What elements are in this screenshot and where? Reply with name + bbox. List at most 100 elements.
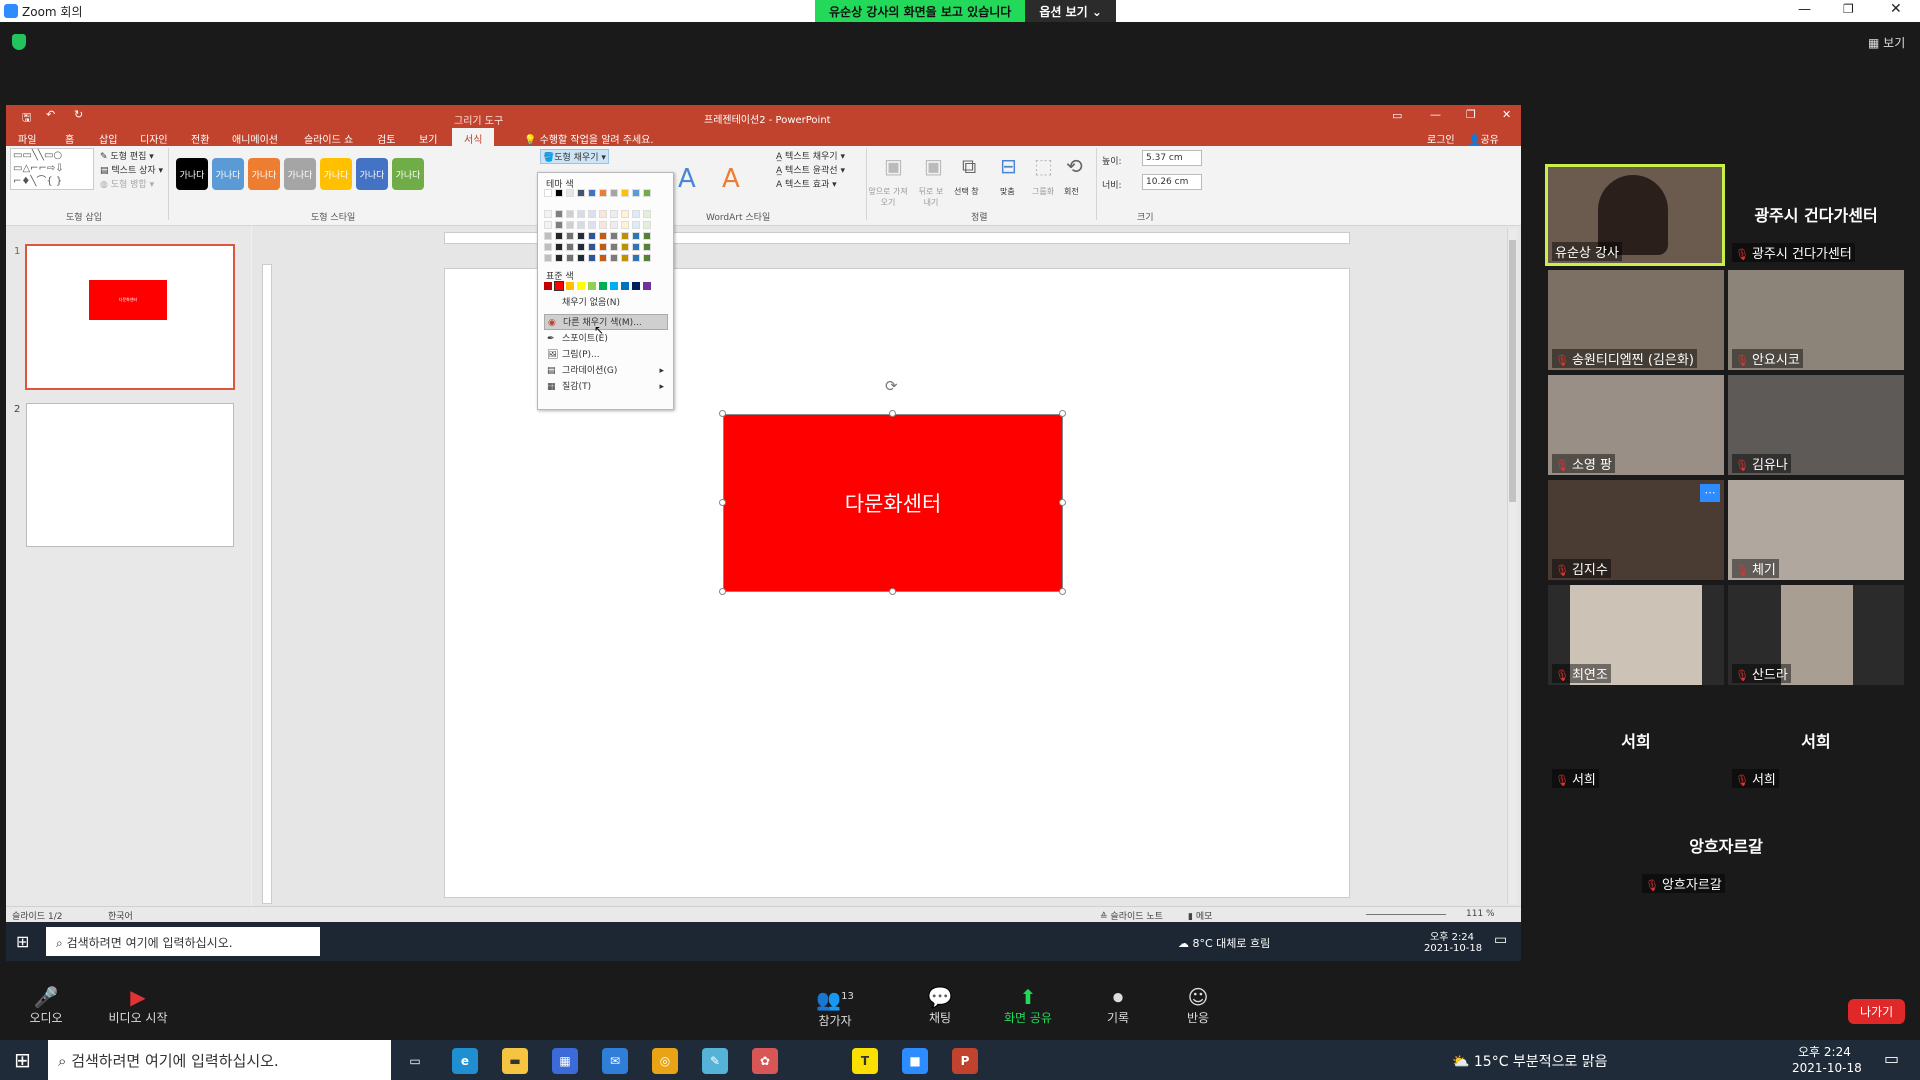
kakaotalk-icon[interactable]: T [852,1048,878,1074]
color-swatch[interactable] [544,210,552,218]
participant-tile[interactable]: 🎙 김유나 [1728,375,1904,475]
color-swatch[interactable] [610,210,618,218]
close-icon[interactable]: ✕ [1890,1,1902,17]
color-swatch[interactable] [610,243,618,251]
ppt-maximize-icon[interactable]: ❐ [1466,108,1476,121]
color-swatch[interactable] [621,243,629,251]
color-swatch[interactable] [599,221,607,229]
standard-color-swatch[interactable] [588,282,596,290]
edge-icon[interactable]: e [452,1048,478,1074]
color-swatch[interactable] [610,232,618,240]
standard-color-swatch[interactable] [566,282,574,290]
participant-tile[interactable]: 유순상 강사 [1545,164,1725,266]
resize-handle[interactable] [719,499,726,506]
color-swatch[interactable] [566,221,574,229]
color-swatch[interactable] [599,189,607,197]
ppt-close-icon[interactable]: ✕ [1502,108,1511,121]
standard-color-swatch[interactable] [544,282,552,290]
shape-style-gold[interactable]: 가나다 [320,158,352,190]
tab-animations[interactable]: 애니메이션 [232,131,278,146]
notes-button[interactable]: ≙ 슬라이드 노트 [1100,909,1163,922]
vertical-scrollbar[interactable] [1507,228,1517,904]
height-input[interactable]: 5.37 cm [1142,150,1202,166]
color-swatch[interactable] [632,221,640,229]
notification-icon[interactable]: ▭ [1884,1049,1899,1068]
participant-tile[interactable]: 🎙 송원티디엠찐 (김은화) [1548,270,1724,370]
texture-item[interactable]: ▦ 질감(T) ▸ [544,379,668,395]
resize-handle[interactable] [1059,499,1066,506]
redo-icon[interactable]: ↻ [74,108,83,121]
tell-me-box[interactable]: 💡 수행할 작업을 알려 주세요. [524,131,654,146]
color-swatch[interactable] [544,221,552,229]
zoom-app-icon[interactable]: ■ [902,1048,928,1074]
resize-handle[interactable] [719,588,726,595]
zoom-slider[interactable] [1366,914,1446,915]
standard-color-swatch[interactable] [621,282,629,290]
more-options-icon[interactable]: ⋯ [1700,484,1720,502]
participant-tile[interactable]: 🎙 최연조 [1548,585,1724,685]
color-swatch[interactable] [566,254,574,262]
chrome-icon[interactable]: ◎ [652,1048,678,1074]
color-swatch[interactable] [555,210,563,218]
share-screen-button[interactable]: ⬆ 화면 공유 [988,985,1068,1026]
reactions-button[interactable]: ☺ 반응 [1158,985,1238,1026]
zoom-level[interactable]: 111 % [1466,909,1495,919]
participant-tile[interactable]: 🎙 산드라 [1728,585,1904,685]
red-rectangle-shape[interactable]: 다문화센터 [723,414,1063,592]
color-swatch[interactable] [577,254,585,262]
color-swatch[interactable] [621,189,629,197]
color-swatch[interactable] [566,189,574,197]
color-swatch[interactable] [588,210,596,218]
color-swatch[interactable] [577,189,585,197]
standard-color-swatch[interactable] [643,282,651,290]
mail-icon[interactable]: ✉ [602,1048,628,1074]
color-swatch[interactable] [588,243,596,251]
scrollbar-thumb[interactable] [1509,240,1516,502]
send-backward-button[interactable]: 뒤로 보내기 [916,186,946,208]
shape-style-blue[interactable]: 가나다 [212,158,244,190]
color-swatch[interactable] [632,189,640,197]
bring-forward-button[interactable]: 앞으로 가져오기 [868,186,908,208]
shared-search-box[interactable]: ⌕ 검색하려면 여기에 입력하십시오. [46,927,320,956]
color-swatch[interactable] [621,210,629,218]
color-swatch[interactable] [632,243,640,251]
participant-tile[interactable]: 서희 🎙 서희 [1728,690,1904,790]
audio-button[interactable]: 🎤 오디오 [6,985,86,1026]
store-icon[interactable]: ▦ [552,1048,578,1074]
tab-format[interactable]: 서식 [452,128,495,146]
login-link[interactable]: 로그인 [1427,131,1455,146]
participants-button[interactable]: 👥13 참가자 [795,985,875,1029]
participant-tile[interactable]: ⋯ 🎙 김지수 [1548,480,1724,580]
standard-color-swatch[interactable] [632,282,640,290]
color-swatch[interactable] [544,232,552,240]
color-swatch[interactable] [621,221,629,229]
color-swatch[interactable] [621,254,629,262]
tab-file[interactable]: 파일 [18,131,36,146]
color-swatch[interactable] [599,210,607,218]
participant-tile[interactable]: 앙흐자르갈 🎙 앙흐자르갈 [1638,795,1814,895]
color-swatch[interactable] [643,221,651,229]
wordart-a-orange[interactable]: A [722,164,740,194]
shape-style-orange[interactable]: 가나다 [248,158,280,190]
tab-slideshow[interactable]: 슬라이드 쇼 [304,131,353,146]
color-swatch[interactable] [643,210,651,218]
color-swatch[interactable] [588,232,596,240]
participant-tile[interactable]: 🎙 체기 [1728,480,1904,580]
color-swatch[interactable] [577,232,585,240]
text-box-button[interactable]: ▤ 텍스트 상자 ▾ [100,163,163,176]
tab-home[interactable]: 홈 [65,131,74,146]
participant-tile[interactable]: 🎙 소영 팡 [1548,375,1724,475]
color-swatch[interactable] [566,210,574,218]
shape-fill-button[interactable]: 🪣도형 채우기 ▾ [540,149,609,164]
standard-color-swatch[interactable] [610,282,618,290]
participant-tile[interactable]: 서희 🎙 서희 [1548,690,1724,790]
more-fill-colors-item[interactable]: ◉ 다른 채우기 색(M)... [544,314,668,330]
text-outline-button[interactable]: A̲ 텍스트 윤곽선 ▾ [776,163,845,176]
file-explorer-icon[interactable]: ▬ [502,1048,528,1074]
task-view-icon[interactable]: ▭ [402,1048,428,1074]
view-options-button[interactable]: 옵션 보기 ⌄ [1025,0,1116,22]
color-swatch[interactable] [588,254,596,262]
record-button[interactable]: ⏺ 기록 [1078,985,1158,1026]
save-icon[interactable]: 🖫 [22,109,31,128]
text-fill-button[interactable]: A̲ 텍스트 채우기 ▾ [776,149,845,162]
